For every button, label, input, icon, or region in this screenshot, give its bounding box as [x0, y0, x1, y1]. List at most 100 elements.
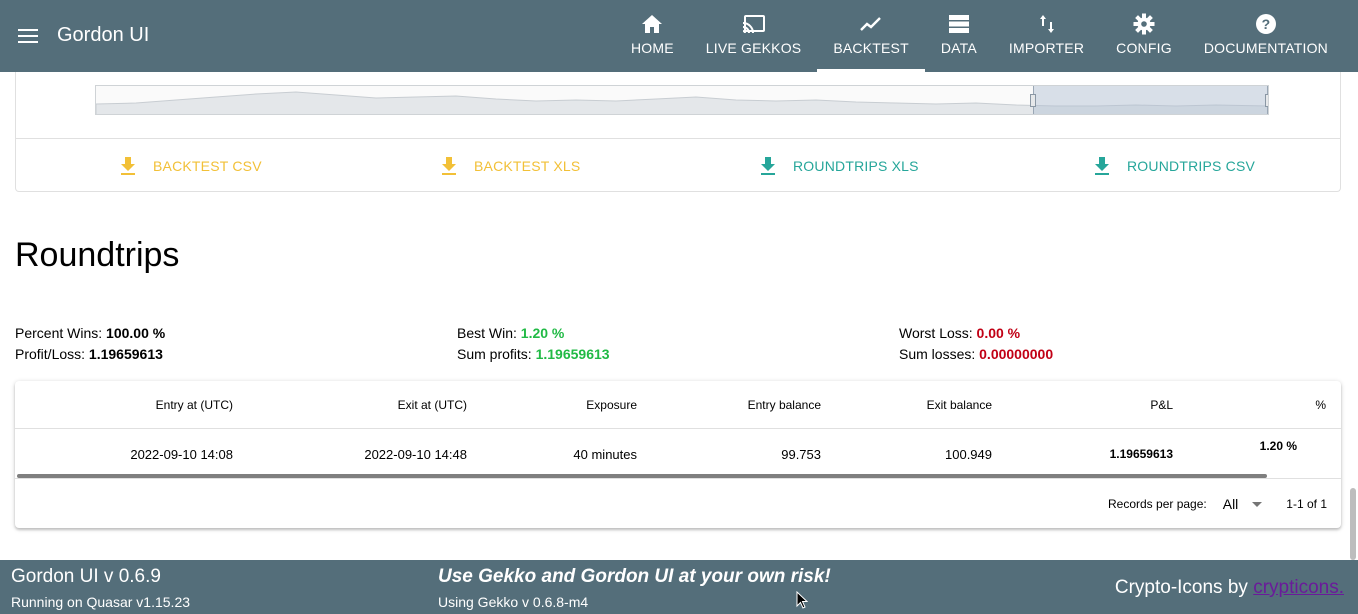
- main-nav: HOME LIVE GEKKOS BACKTEST DATA IMPORTER: [615, 0, 1344, 72]
- sum-profits-label: Sum profits:: [457, 346, 532, 362]
- tab-live-gekkos[interactable]: LIVE GEKKOS: [690, 0, 818, 72]
- roundtrips-csv-label: ROUNDTRIPS CSV: [1127, 158, 1256, 174]
- chart-navigator-card: BACKTEST CSV BACKTEST XLS ROUNDTRIPS XLS…: [15, 72, 1341, 192]
- download-icon: [1093, 157, 1111, 175]
- pagination-info: 1-1 of 1: [1286, 497, 1327, 511]
- cast-icon: [742, 12, 766, 36]
- home-icon: [640, 12, 664, 36]
- sum-losses-label: Sum losses:: [899, 346, 976, 362]
- column-header-entry-balance[interactable]: Entry balance: [748, 398, 821, 412]
- worst-loss-line: Worst Loss: 0.00 %: [899, 323, 1053, 344]
- tab-live-gekkos-label: LIVE GEKKOS: [705, 40, 802, 56]
- profit-loss-label: Profit/Loss:: [15, 346, 86, 362]
- worst-loss-label: Worst Loss:: [899, 325, 973, 341]
- roundtrips-title: Roundtrips: [15, 236, 180, 274]
- tab-data-label: DATA: [940, 40, 977, 56]
- records-per-page-label: Records per page:: [1108, 497, 1207, 511]
- tab-documentation[interactable]: ? DOCUMENTATION: [1188, 0, 1344, 72]
- percent-wins-value: 100.00 %: [106, 325, 166, 341]
- best-win-line: Best Win: 1.20 %: [457, 323, 610, 344]
- footer-warning: Use Gekko and Gordon UI at your own risk…: [438, 566, 831, 587]
- footer-title: Gordon UI v 0.6.9: [11, 566, 161, 587]
- tab-config-label: CONFIG: [1116, 40, 1172, 56]
- cell-entry-at: 2022-09-10 14:08: [130, 447, 233, 462]
- storage-icon: [947, 12, 971, 36]
- tab-backtest-label: BACKTEST: [833, 40, 909, 56]
- tab-importer[interactable]: IMPORTER: [993, 0, 1100, 72]
- import-export-icon: [1035, 12, 1059, 36]
- profit-loss-line: Profit/Loss: 1.19659613: [15, 344, 165, 365]
- navigator-right-handle[interactable]: [1265, 94, 1268, 107]
- page-footer: Gordon UI v 0.6.9 Running on Quasar v1.1…: [0, 560, 1358, 614]
- header-divider: [15, 428, 1341, 429]
- percent-wins-line: Percent Wins: 100.00 %: [15, 323, 165, 344]
- backtest-xls-button[interactable]: BACKTEST XLS: [440, 154, 580, 178]
- row-divider: [15, 478, 1341, 479]
- download-icon: [759, 157, 777, 175]
- footer-gekko-version: Using Gekko v 0.6.8-m4: [438, 594, 589, 610]
- card-divider: [16, 138, 1340, 139]
- crypticons-link[interactable]: crypticons.: [1253, 577, 1344, 598]
- trending-icon: [859, 12, 883, 36]
- footer-running-on: Running on Quasar v1.15.23: [11, 594, 191, 610]
- top-toolbar: Gordon UI HOME LIVE GEKKOS BACKTEST DATA: [0, 0, 1358, 72]
- menu-icon: [18, 29, 38, 43]
- app-title: Gordon UI: [57, 24, 150, 46]
- roundtrips-csv-button[interactable]: ROUNDTRIPS CSV: [1093, 154, 1255, 178]
- roundtrips-table: Entry at (UTC) Exit at (UTC) Exposure En…: [15, 381, 1341, 528]
- footer-credit: Crypto-Icons by crypticons.: [1115, 577, 1344, 599]
- cell-exposure: 40 minutes: [573, 447, 637, 462]
- cell-pnl: 1.19659613: [1109, 447, 1173, 461]
- sum-losses-line: Sum losses: 0.00000000: [899, 344, 1053, 365]
- sum-losses-value: 0.00000000: [979, 346, 1054, 362]
- stats-profits: Best Win: 1.20 % Sum profits: 1.19659613: [457, 323, 610, 365]
- navigator-left-handle[interactable]: [1030, 94, 1036, 107]
- gear-icon: [1132, 12, 1156, 36]
- cell-exit-at: 2022-09-10 14:48: [364, 447, 467, 462]
- column-header-exposure[interactable]: Exposure: [586, 398, 637, 412]
- profit-loss-value: 1.19659613: [88, 346, 163, 362]
- tab-home-label: HOME: [630, 40, 674, 56]
- menu-button[interactable]: [14, 22, 42, 50]
- sum-profits-value: 1.19659613: [535, 346, 610, 362]
- mouse-cursor-icon: [796, 590, 809, 614]
- sum-profits-line: Sum profits: 1.19659613: [457, 344, 610, 365]
- backtest-csv-label: BACKTEST CSV: [153, 158, 262, 174]
- footer-credit-prefix: Crypto-Icons by: [1114, 577, 1254, 598]
- backtest-csv-button[interactable]: BACKTEST CSV: [119, 154, 262, 178]
- navigator-selection[interactable]: [1030, 86, 1268, 114]
- tab-data[interactable]: DATA: [925, 0, 993, 72]
- records-per-page-select[interactable]: All: [1223, 496, 1263, 512]
- percent-wins-label: Percent Wins:: [15, 325, 103, 341]
- svg-text:?: ?: [1262, 16, 1271, 32]
- help-icon: ?: [1254, 12, 1278, 36]
- cell-exit-balance: 100.949: [945, 447, 992, 462]
- chart-navigator[interactable]: [95, 85, 1269, 115]
- column-header-exit-balance[interactable]: Exit balance: [927, 398, 992, 412]
- tab-config[interactable]: CONFIG: [1100, 0, 1188, 72]
- cell-entry-balance: 99.753: [781, 447, 821, 462]
- table-pagination: Records per page: All 1-1 of 1: [1108, 496, 1327, 512]
- records-per-page-value: All: [1222, 496, 1239, 512]
- chevron-down-icon: [1252, 501, 1263, 507]
- tab-importer-label: IMPORTER: [1008, 40, 1085, 56]
- page-scrollbar[interactable]: [1350, 488, 1356, 560]
- tab-backtest[interactable]: BACKTEST: [817, 0, 925, 72]
- best-win-value: 1.20 %: [520, 325, 565, 341]
- stats-wins: Percent Wins: 100.00 % Profit/Loss: 1.19…: [15, 323, 165, 365]
- column-header-pnl[interactable]: P&L: [1150, 398, 1173, 412]
- roundtrips-xls-button[interactable]: ROUNDTRIPS XLS: [759, 154, 919, 178]
- cell-percent: 1.20 %: [1259, 439, 1297, 453]
- column-header-exit-at[interactable]: Exit at (UTC): [398, 398, 467, 412]
- backtest-xls-label: BACKTEST XLS: [474, 158, 581, 174]
- roundtrips-xls-label: ROUNDTRIPS XLS: [793, 158, 919, 174]
- column-header-percent[interactable]: %: [1315, 398, 1326, 412]
- best-win-label: Best Win:: [457, 325, 517, 341]
- stats-losses: Worst Loss: 0.00 % Sum losses: 0.0000000…: [899, 323, 1053, 365]
- tab-documentation-label: DOCUMENTATION: [1203, 40, 1328, 56]
- tab-home[interactable]: HOME: [615, 0, 690, 72]
- column-header-entry-at[interactable]: Entry at (UTC): [156, 398, 233, 412]
- download-icon: [440, 157, 458, 175]
- download-icon: [119, 157, 137, 175]
- worst-loss-value: 0.00 %: [976, 325, 1021, 341]
